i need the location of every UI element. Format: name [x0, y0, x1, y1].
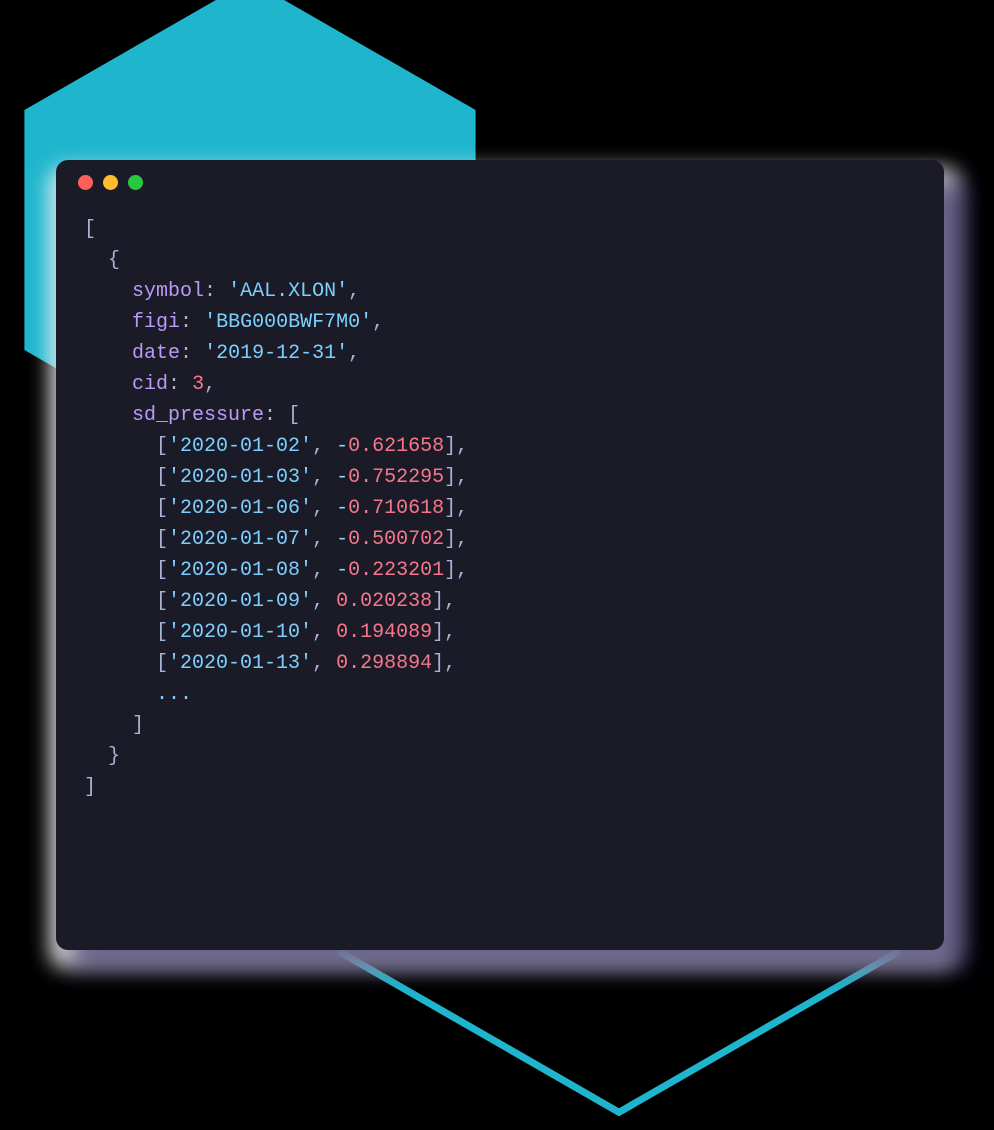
code-value-symbol: 'AAL.XLON' [228, 280, 348, 303]
terminal-window: [ { symbol: 'AAL.XLON', figi: 'BBG000BWF… [56, 160, 944, 950]
code-value-cid: 3 [192, 373, 204, 396]
sd-date: '2020-01-10' [168, 621, 312, 644]
code-key-symbol: symbol [132, 280, 204, 303]
sd-date: '2020-01-06' [168, 497, 312, 520]
code-value-figi: 'BBG000BWF7M0' [204, 311, 372, 334]
code-key-cid: cid [132, 373, 168, 396]
sd-val: 0.020238 [336, 590, 432, 613]
sd-date: '2020-01-07' [168, 528, 312, 551]
code-key-sdpressure: sd_pressure [132, 404, 264, 427]
code-ellipsis: ... [156, 683, 192, 706]
sd-val: 0.223201 [348, 559, 444, 582]
sd-date: '2020-01-13' [168, 652, 312, 675]
close-icon[interactable] [78, 175, 93, 190]
code-key-figi: figi [132, 311, 180, 334]
sd-val: 0.710618 [348, 497, 444, 520]
window-title-bar [56, 160, 944, 204]
sd-val: 0.500702 [348, 528, 444, 551]
maximize-icon[interactable] [128, 175, 143, 190]
sd-val: 0.298894 [336, 652, 432, 675]
sd-date: '2020-01-09' [168, 590, 312, 613]
sd-val: 0.194089 [336, 621, 432, 644]
code-output: [ { symbol: 'AAL.XLON', figi: 'BBG000BWF… [56, 204, 944, 823]
sd-date: '2020-01-02' [168, 435, 312, 458]
sd-val: 0.752295 [348, 466, 444, 489]
sd-date: '2020-01-08' [168, 559, 312, 582]
sd-val: 0.621658 [348, 435, 444, 458]
code-value-date: '2019-12-31' [204, 342, 348, 365]
minimize-icon[interactable] [103, 175, 118, 190]
sd-date: '2020-01-03' [168, 466, 312, 489]
code-key-date: date [132, 342, 180, 365]
